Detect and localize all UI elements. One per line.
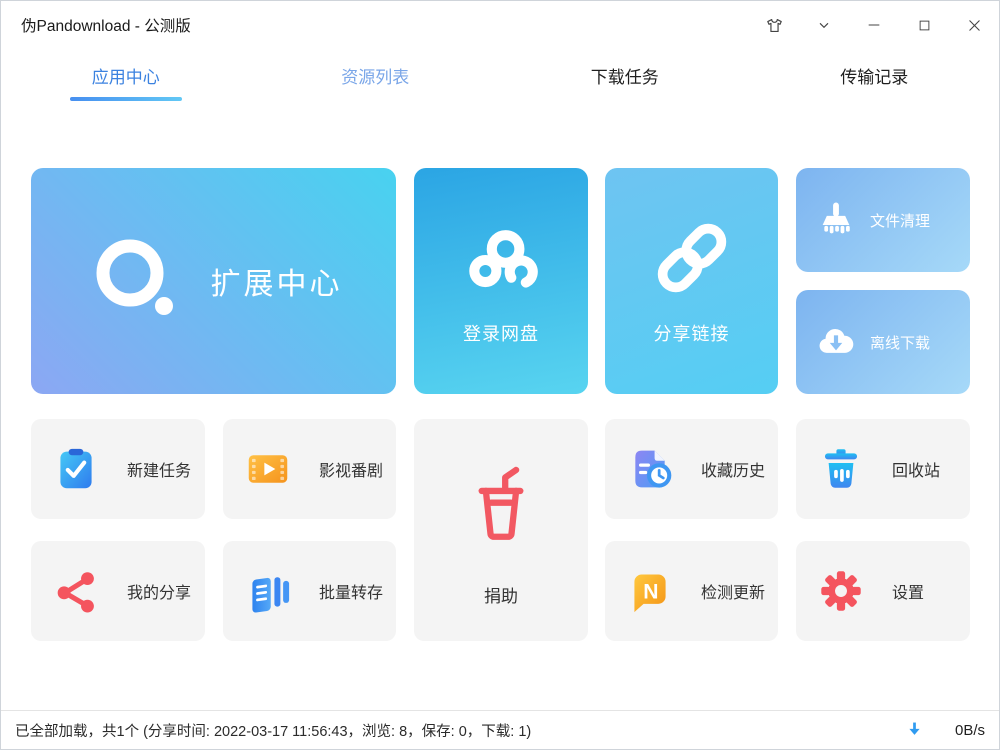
card-movies-anime[interactable]: 影视番剧: [223, 419, 396, 519]
card-favorite-history[interactable]: 收藏历史: [605, 419, 778, 519]
close-button[interactable]: [959, 10, 989, 40]
card-label: 收藏历史: [701, 457, 765, 481]
window-title: 伪Pandownload - 公测版: [21, 14, 191, 36]
share-nodes-icon: [53, 569, 98, 614]
card-label: 回收站: [892, 457, 940, 481]
film-play-icon: [245, 447, 290, 492]
broom-icon: [816, 200, 856, 240]
card-file-clean[interactable]: 文件清理: [796, 168, 970, 272]
card-recycle-bin[interactable]: 回收站: [796, 419, 970, 519]
card-settings[interactable]: 设置: [796, 541, 970, 641]
tab-download-tasks[interactable]: 下载任务: [500, 49, 750, 101]
chevron-down-icon[interactable]: [809, 10, 839, 40]
tab-resource-list[interactable]: 资源列表: [251, 49, 501, 101]
tab-bar: 应用中心 资源列表 下载任务 传输记录: [1, 49, 999, 102]
theme-skin-icon[interactable]: [759, 10, 789, 40]
netdisk-cloud-icon: [455, 214, 547, 311]
card-label: 批量转存: [319, 579, 383, 603]
card-label: 新建任务: [127, 457, 191, 481]
update-n-badge-icon: N: [627, 569, 672, 614]
card-offline-download[interactable]: 离线下载: [796, 290, 970, 394]
card-label: 文件清理: [870, 210, 930, 231]
trash-icon: [818, 447, 863, 492]
status-bar: 已全部加载，共1个 (分享时间: 2022-03-17 11:56:43，浏览:…: [1, 710, 999, 749]
tab-label: 传输记录: [840, 63, 908, 88]
document-clock-icon: [627, 447, 672, 492]
download-speed-icon: [906, 720, 923, 741]
status-text: 已全部加载，共1个 (分享时间: 2022-03-17 11:56:43，浏览:…: [15, 720, 531, 741]
gear-icon: [818, 569, 863, 614]
extension-center-logo-icon: [85, 229, 185, 334]
card-label: 设置: [892, 579, 924, 603]
card-label: 我的分享: [127, 579, 191, 603]
minimize-button[interactable]: [859, 10, 889, 40]
window-controls: [739, 10, 989, 40]
cloud-download-icon: [816, 322, 856, 362]
card-share-link[interactable]: 分享链接: [605, 168, 778, 394]
maximize-button[interactable]: [909, 10, 939, 40]
tab-app-center[interactable]: 应用中心: [1, 49, 251, 101]
card-label: 捐助: [484, 582, 518, 607]
download-speed-value: 0B/s: [937, 722, 985, 739]
card-label: 检测更新: [701, 579, 765, 603]
titlebar: 伪Pandownload - 公测版: [1, 1, 999, 49]
app-window: 伪Pandownload - 公测版 应用中心 资源列表: [0, 0, 1000, 750]
app-center-panel: 扩展中心 登录网盘 分: [1, 101, 999, 711]
card-new-task[interactable]: 新建任务: [31, 419, 205, 519]
card-donate[interactable]: 捐助: [414, 419, 588, 641]
tab-label: 下载任务: [591, 63, 659, 88]
chain-link-icon: [648, 214, 736, 307]
tab-label: 资源列表: [341, 63, 409, 88]
clipboard-check-icon: [53, 447, 98, 492]
card-label: 影视番剧: [319, 457, 383, 481]
card-label: 离线下载: [870, 332, 930, 353]
card-batch-save[interactable]: 批量转存: [223, 541, 396, 641]
card-login-netdisk[interactable]: 登录网盘: [414, 168, 588, 394]
drink-cup-icon: [459, 459, 543, 548]
svg-text:N: N: [643, 580, 658, 603]
card-extension-center[interactable]: 扩展中心: [31, 168, 396, 394]
tab-label: 应用中心: [92, 63, 160, 88]
card-my-share[interactable]: 我的分享: [31, 541, 205, 641]
card-check-update[interactable]: N 检测更新: [605, 541, 778, 641]
card-label: 登录网盘: [414, 320, 588, 346]
card-label: 扩展中心: [211, 259, 343, 303]
batch-list-icon: [245, 569, 290, 614]
tab-transfer-records[interactable]: 传输记录: [750, 49, 1000, 101]
card-label: 分享链接: [605, 320, 778, 346]
